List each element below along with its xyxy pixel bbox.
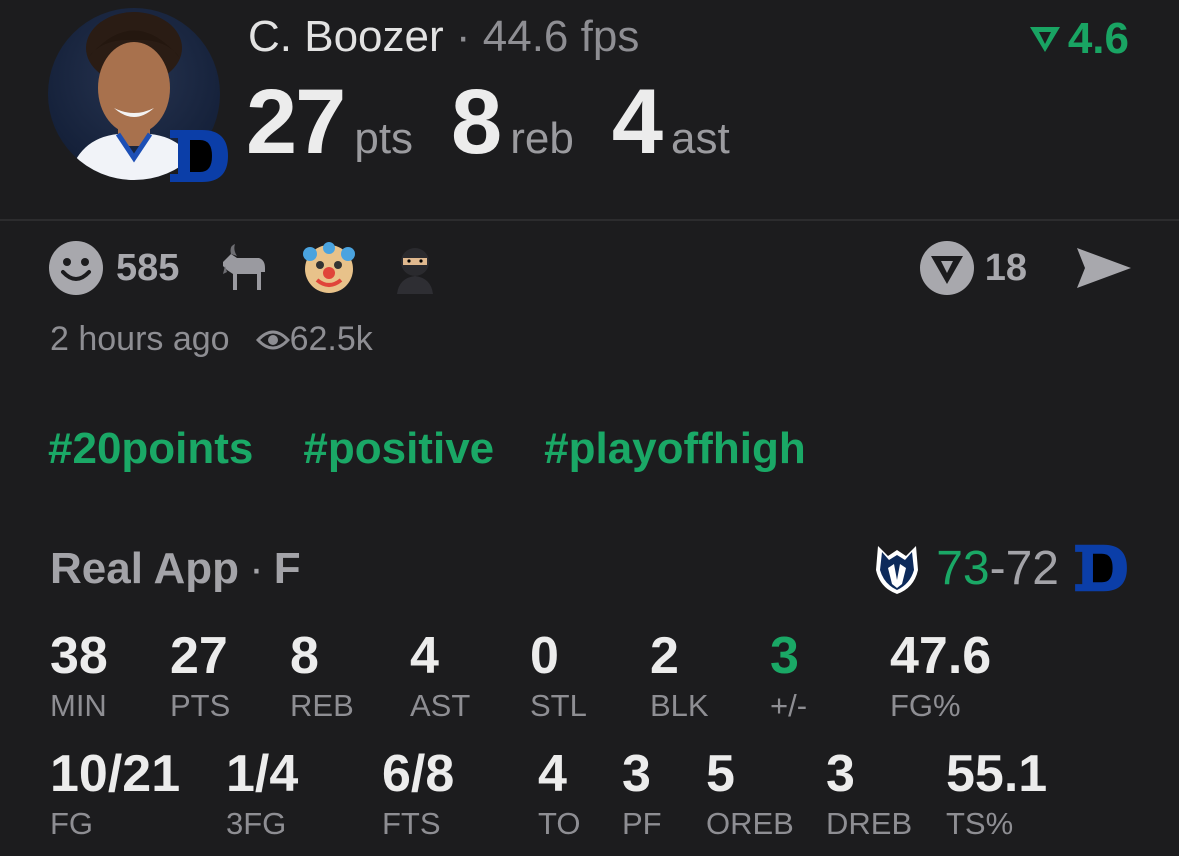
stat-blk: 2 BLK [650, 630, 709, 724]
stat-ast: 4 AST [410, 630, 470, 724]
hashtag-positive[interactable]: #positive [303, 424, 494, 474]
stat-label: REB [290, 688, 354, 723]
stat-dreb: 3 DREB [826, 748, 912, 842]
stat-label: TS% [946, 806, 1014, 841]
comments-logo-icon[interactable] [919, 240, 975, 296]
hashtag-list: #20points #positive #playoffhigh [48, 424, 806, 474]
points-value: 27 [246, 71, 346, 173]
stat-value: 1/4 [226, 745, 299, 803]
stat-3fg: 1/4 3FG [226, 748, 298, 842]
stat-to: 4 TO [538, 748, 581, 842]
rebounds-value: 8 [451, 71, 502, 173]
stat-stl: 0 STL [530, 630, 587, 724]
name-separator: · [455, 12, 471, 61]
stat-value: 10/21 [50, 745, 181, 803]
duke-logo-icon [170, 130, 228, 182]
stat-min: 38 MIN [50, 630, 108, 724]
stat-value: 4 [538, 745, 567, 803]
stat-label: FG [50, 806, 94, 841]
headline-stats: 27 pts 8 reb 4 ast [246, 70, 768, 175]
stat-label: FG% [890, 688, 961, 723]
reaction-count: 585 [116, 246, 180, 289]
rebounds-unit: reb [510, 114, 574, 163]
stat-fts: 6/8 FTS [382, 748, 454, 842]
eye-icon [255, 330, 290, 349]
game-score[interactable]: 73-72 [874, 540, 1129, 596]
stat-value: 47.6 [890, 627, 992, 685]
assists-unit: ast [670, 114, 730, 163]
game-separator: · [249, 544, 264, 593]
score-away: 72 [1005, 541, 1059, 595]
stat-pts: 27 PTS [170, 630, 230, 724]
uconn-husky-logo-icon [876, 546, 919, 594]
stat-fg-pct: 47.6 FG% [890, 630, 991, 724]
stat-label: FTS [382, 806, 441, 841]
stat-value: 38 [50, 627, 108, 685]
hashtag-20points[interactable]: #20points [48, 424, 253, 474]
stat-label: STL [530, 688, 587, 723]
stat-value: 3 [826, 745, 855, 803]
stat-label: +/- [770, 688, 808, 723]
view-count-value: 62.5k [289, 320, 373, 358]
stat-plus-minus: 3 +/- [770, 630, 807, 724]
post-time: 2 hours ago [50, 320, 230, 358]
ninja-emoji-icon[interactable] [387, 240, 443, 296]
score-dash: - [989, 541, 1006, 595]
stat-value: 3 [770, 627, 799, 685]
stat-reb: 8 REB [290, 630, 354, 724]
player-name[interactable]: C. Boozer [248, 12, 444, 61]
post-meta: 2 hours ago 62.5k [50, 320, 373, 359]
stat-label: 3FG [226, 806, 287, 841]
duke-logo-small-icon [1075, 544, 1127, 592]
stat-value: 8 [290, 627, 319, 685]
stat-value: 0 [530, 627, 559, 685]
stat-pf: 3 PF [622, 748, 662, 842]
game-status: F [273, 544, 301, 593]
stat-label: AST [410, 688, 471, 723]
view-count: 62.5k [255, 320, 373, 359]
comment-count: 18 [984, 246, 1027, 289]
stat-label: PF [622, 806, 662, 841]
player-name-line: C. Boozer · 44.6 fps [248, 12, 639, 62]
fps-value: 44.6 fps [482, 12, 640, 61]
stat-label: PTS [170, 688, 231, 723]
assists-value: 4 [611, 71, 663, 173]
stat-value: 3 [622, 745, 651, 803]
stat-ts-pct: 55.1 TS% [946, 748, 1047, 842]
stat-value: 55.1 [946, 745, 1048, 803]
reaction-bar: 585 [48, 240, 473, 296]
header-divider [0, 219, 1179, 221]
hashtag-playoffhigh[interactable]: #playoffhigh [544, 424, 806, 474]
stat-value: 27 [170, 627, 228, 685]
post-actions: 18 [919, 240, 1133, 296]
app-name: Real App [50, 544, 240, 593]
rating[interactable]: 4.6 [1028, 14, 1129, 64]
stat-label: MIN [50, 688, 107, 723]
stat-value: 4 [410, 627, 439, 685]
stat-label: BLK [650, 688, 709, 723]
rating-value: 4.6 [1067, 14, 1129, 63]
score-home: 73 [936, 541, 990, 595]
stat-label: OREB [706, 806, 794, 841]
goat-emoji-icon[interactable] [215, 240, 271, 296]
stat-value: 2 [650, 627, 679, 685]
points-unit: pts [354, 114, 414, 163]
stat-value: 5 [706, 745, 735, 803]
smiley-reaction-icon[interactable] [48, 240, 104, 296]
stat-label: TO [538, 806, 581, 841]
game-label: Real App · F [50, 544, 301, 594]
score-text: 73-72 [936, 541, 1059, 596]
share-send-icon[interactable] [1075, 244, 1133, 292]
stat-value: 6/8 [382, 745, 455, 803]
stat-fg: 10/21 FG [50, 748, 180, 842]
rating-logo-icon [1029, 27, 1060, 52]
clown-emoji-icon[interactable] [301, 240, 357, 296]
stat-oreb: 5 OREB [706, 748, 794, 842]
stat-label: DREB [826, 806, 913, 841]
